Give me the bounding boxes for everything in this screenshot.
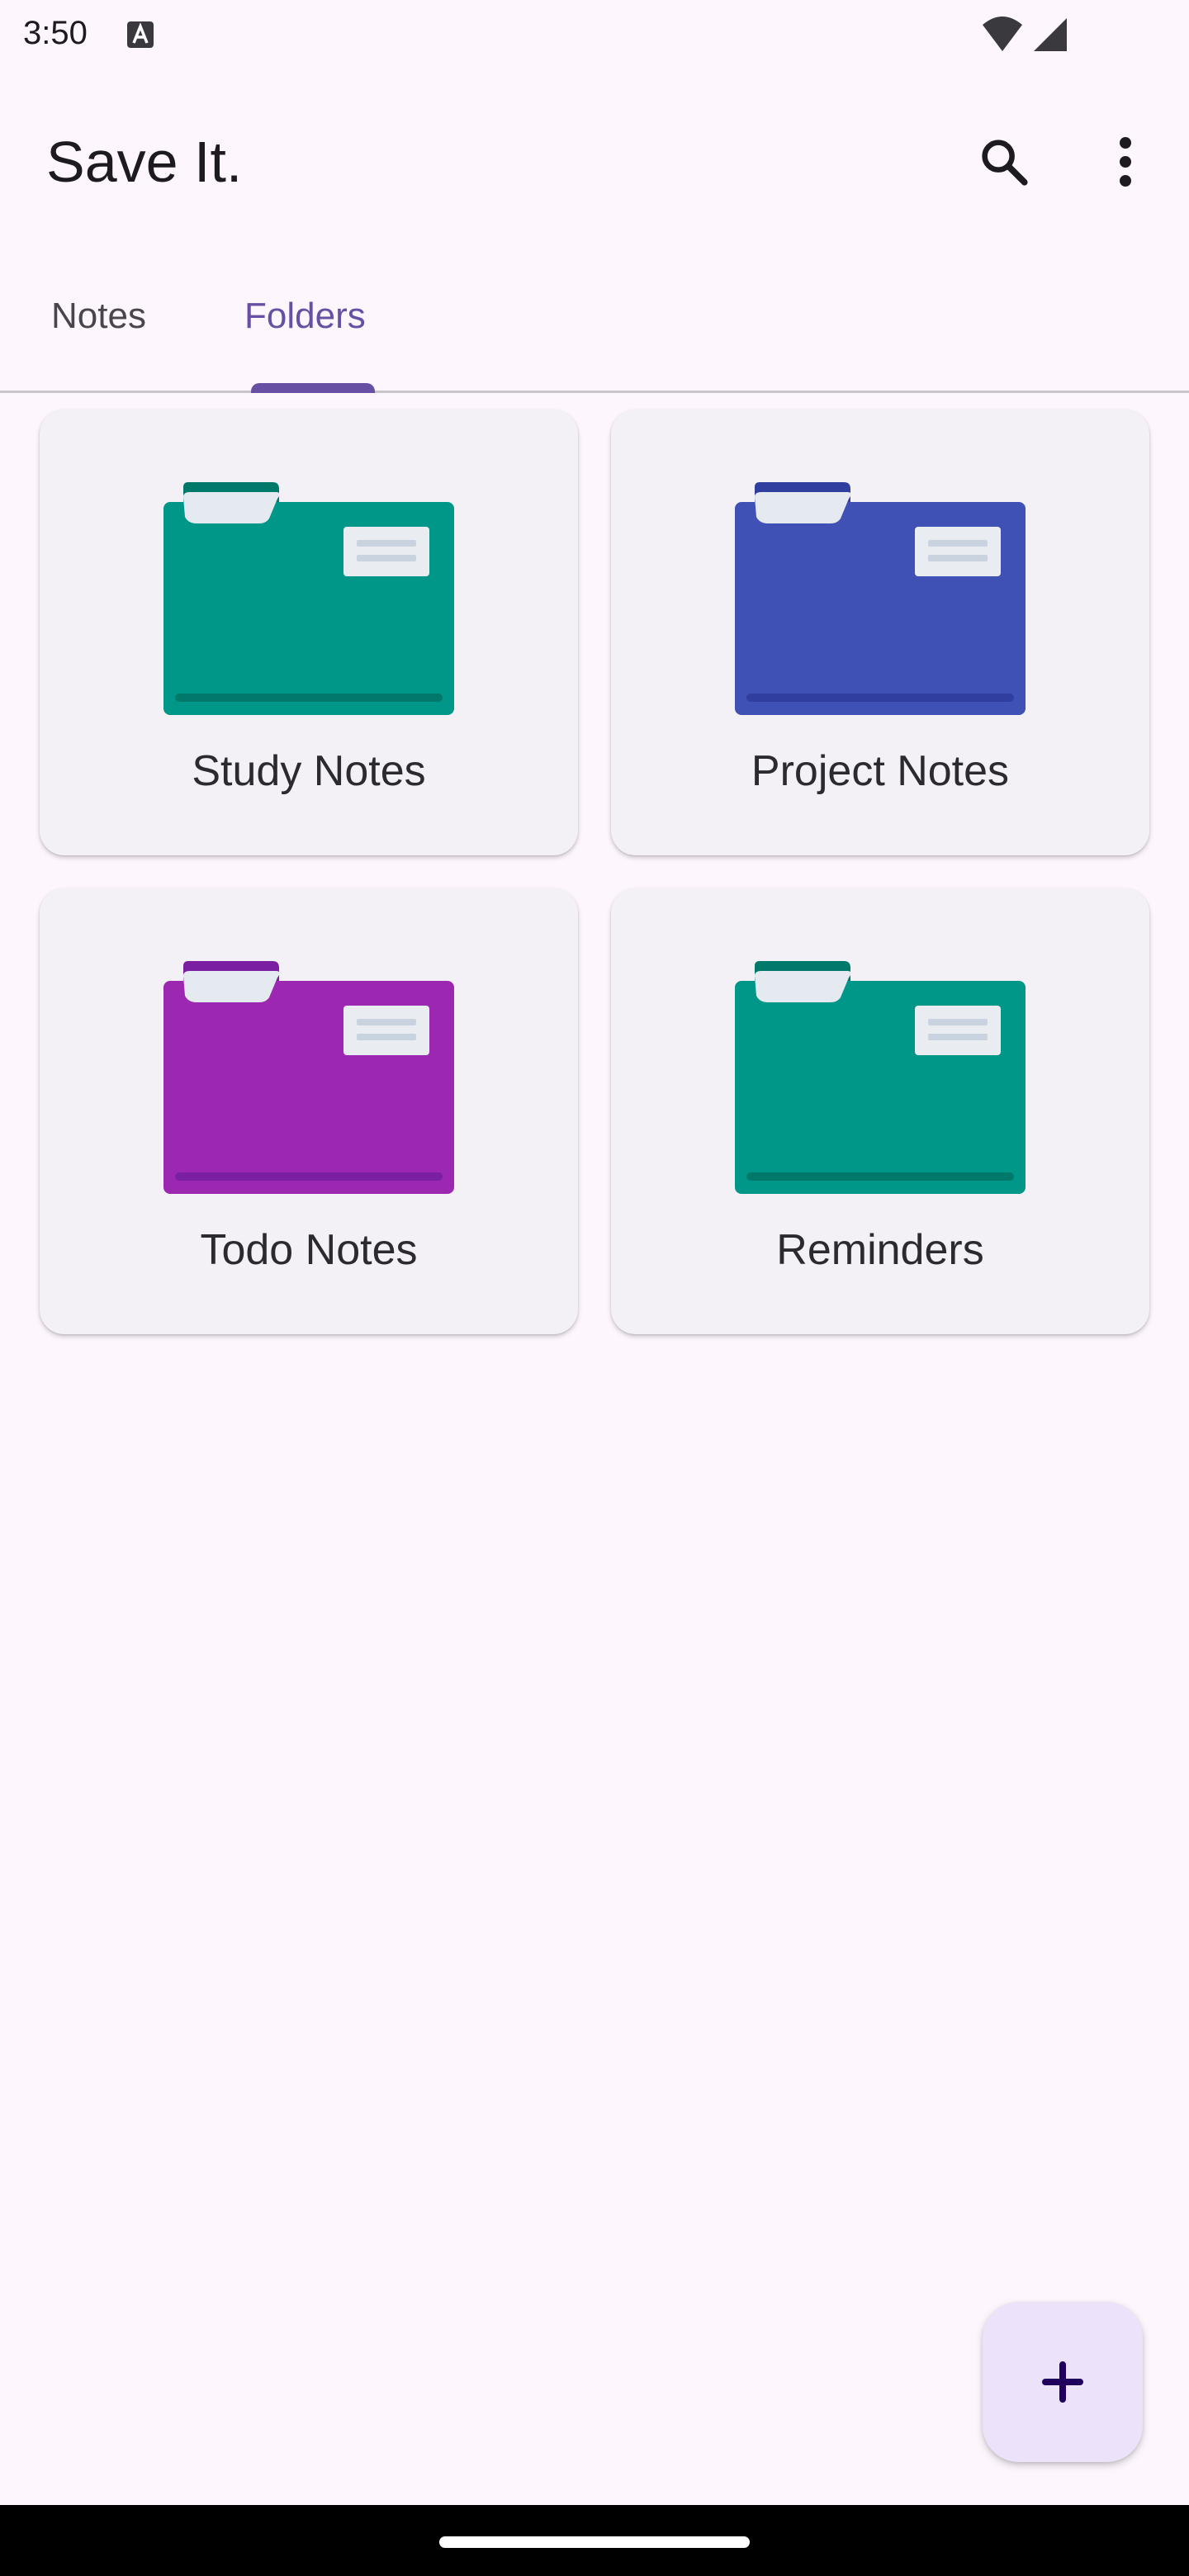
- more-vert-icon: [1120, 137, 1131, 187]
- system-navigation-bar: [0, 2505, 1189, 2576]
- screen: 3:50 Save It. Notes Folders Study Notes …: [0, 0, 1189, 2576]
- folder-icon: [735, 482, 1026, 715]
- add-icon: [1042, 2361, 1083, 2403]
- app-bar: Save It.: [0, 99, 1189, 231]
- folder-name: Project Notes: [751, 747, 1010, 795]
- folder-icon: [163, 482, 454, 715]
- status-bar: 3:50: [0, 0, 1189, 69]
- folder-name: Todo Notes: [200, 1226, 418, 1274]
- search-icon: [982, 140, 1028, 186]
- signal-icon: [1034, 18, 1067, 51]
- home-gesture-handle[interactable]: [439, 2536, 750, 2548]
- wifi-icon: [983, 17, 1022, 51]
- folder-icon: [735, 961, 1026, 1194]
- folder-card-study-notes[interactable]: Study Notes: [40, 410, 578, 855]
- tab-folders[interactable]: Folders: [244, 296, 366, 393]
- add-folder-fab[interactable]: [983, 2302, 1143, 2462]
- status-time: 3:50: [23, 15, 88, 51]
- folder-name: Study Notes: [192, 747, 426, 795]
- tab-bar: Notes Folders: [0, 272, 1189, 393]
- more-options-button[interactable]: [1088, 121, 1163, 203]
- app-title: Save It.: [46, 130, 243, 194]
- folder-card-reminders[interactable]: Reminders: [611, 888, 1149, 1334]
- folder-icon: [163, 961, 454, 1194]
- search-button[interactable]: [963, 121, 1045, 203]
- tab-indicator: [251, 383, 375, 393]
- accessibility-notification-icon: [127, 21, 154, 48]
- folder-card-todo-notes[interactable]: Todo Notes: [40, 888, 578, 1334]
- folder-name: Reminders: [776, 1226, 984, 1274]
- folder-card-project-notes[interactable]: Project Notes: [611, 410, 1149, 855]
- tab-notes[interactable]: Notes: [51, 296, 146, 393]
